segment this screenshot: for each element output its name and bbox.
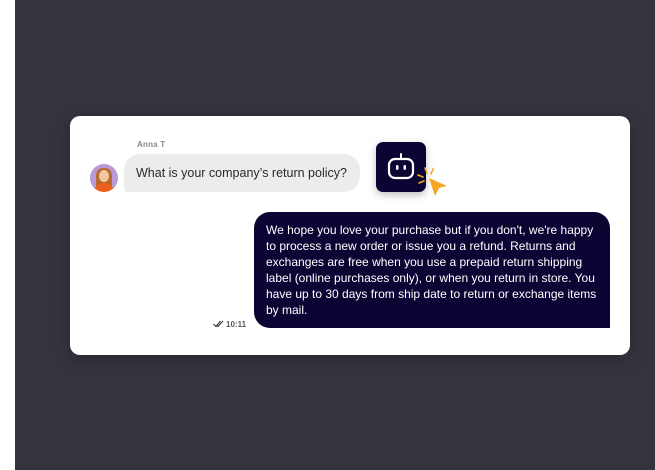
incoming-message-bubble: What is your company’s return policy? (124, 154, 360, 192)
outgoing-message-bubble: We hope you love your purchase but if yo… (254, 212, 610, 328)
user-avatar (90, 164, 118, 192)
outgoing-message-text: We hope you love your purchase but if yo… (266, 223, 597, 317)
click-cursor-icon (417, 167, 447, 196)
chat-card: Anna T What is your company’s return pol… (70, 116, 630, 355)
sender-name: Anna T (137, 140, 166, 149)
incoming-message-text: What is your company’s return policy? (136, 166, 347, 180)
chat-demo-background: Anna T What is your company’s return pol… (15, 0, 655, 470)
robot-face-icon (387, 153, 415, 180)
message-meta: 10:11 (213, 318, 246, 330)
message-time: 10:11 (226, 319, 247, 329)
double-check-icon (213, 320, 224, 328)
